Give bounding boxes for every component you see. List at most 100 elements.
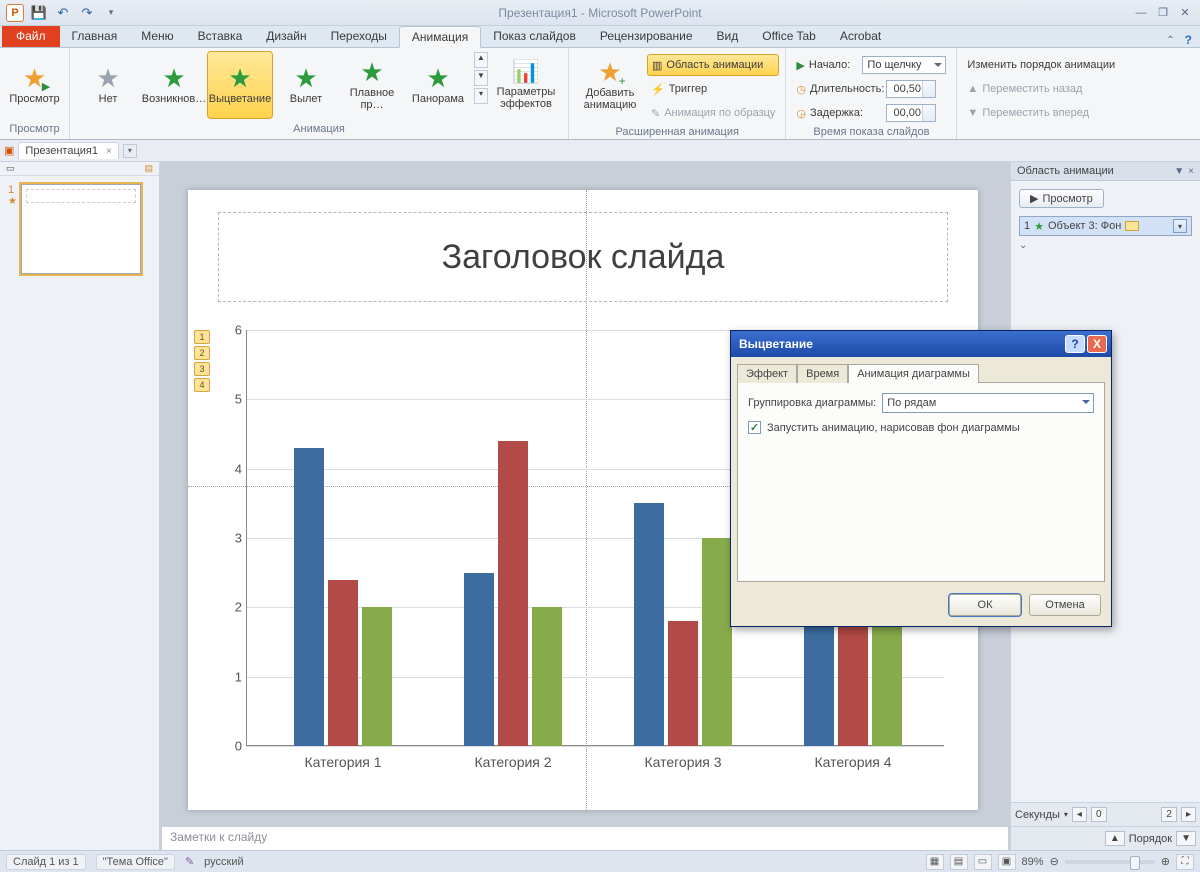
arrow-down-icon: ▼ <box>967 107 978 119</box>
ok-button[interactable]: ОК <box>949 594 1021 616</box>
play-label: Просмотр <box>1042 193 1092 205</box>
minimize-button[interactable]: ― <box>1132 6 1150 20</box>
document-tab[interactable]: Презентация1 × <box>18 142 118 159</box>
slide-panel: ▭ ▤ 1 ★ <box>0 162 160 850</box>
scroll-right-button[interactable]: ▸ <box>1181 807 1196 822</box>
animation-painter-label: Анимация по образцу <box>664 107 775 119</box>
tab-slideshow[interactable]: Показ слайдов <box>481 25 588 47</box>
file-tab[interactable]: Файл <box>2 25 60 47</box>
slideshow-view-button[interactable]: ▣ <box>998 854 1016 870</box>
tab-office-tab[interactable]: Office Tab <box>750 25 828 47</box>
normal-view-button[interactable]: ▦ <box>926 854 944 870</box>
dialog-tab-effect[interactable]: Эффект <box>737 364 797 383</box>
start-dropdown[interactable]: По щелчку <box>862 56 946 74</box>
time-units: Секунды <box>1015 809 1060 821</box>
animation-pane-button[interactable]: ▥Область анимации <box>647 54 779 76</box>
zoom-out-button[interactable]: ⊖ <box>1050 855 1059 868</box>
animation-list-item[interactable]: 1 ★ Объект 3: Фон ▾ <box>1019 216 1192 236</box>
animation-pane-header: Область анимации ▼ × <box>1011 162 1200 181</box>
gallery-up-button[interactable]: ▲ <box>474 52 488 68</box>
dialog-close-button[interactable]: X <box>1087 335 1107 353</box>
dialog-help-button[interactable]: ? <box>1065 335 1085 353</box>
pane-icon: ▥ <box>652 59 662 72</box>
gallery-more-button[interactable]: ▾ <box>474 88 488 104</box>
gallery-down-button[interactable]: ▼ <box>474 70 488 86</box>
save-button[interactable]: 💾 <box>28 3 50 23</box>
cancel-button[interactable]: Отмена <box>1029 594 1101 616</box>
qat-customize-button[interactable]: ▾ <box>100 3 122 23</box>
slide-thumbnail[interactable] <box>21 184 141 274</box>
effect-options-dialog: Выцветание ? X Эффект Время Анимация диа… <box>730 330 1112 627</box>
notes-pane[interactable]: Заметки к слайду <box>162 826 1008 850</box>
redo-button[interactable]: ↷ <box>76 3 98 23</box>
tab-insert[interactable]: Вставка <box>186 25 255 47</box>
animation-pane-title: Область анимации <box>1017 165 1114 177</box>
scroll-left-button[interactable]: ◂ <box>1072 807 1087 822</box>
preview-button[interactable]: ★▶ Просмотр <box>6 52 63 118</box>
reorder-down-button[interactable]: ▼ <box>1176 831 1196 846</box>
anim-marker[interactable]: 2 <box>194 346 210 360</box>
anim-marker[interactable]: 4 <box>194 378 210 392</box>
fit-slide-button[interactable]: ⛶ <box>1176 854 1194 870</box>
duration-spinner[interactable]: 00,50 <box>886 80 936 98</box>
tab-transitions[interactable]: Переходы <box>319 25 399 47</box>
undo-button[interactable]: ↶ <box>52 3 74 23</box>
tab-review[interactable]: Рецензирование <box>588 25 705 47</box>
play-animation-button[interactable]: ▶Просмотр <box>1019 189 1104 208</box>
effect-split[interactable]: ★Панорама <box>406 52 470 118</box>
thumbnails-icon[interactable]: ▤ <box>144 163 153 174</box>
effect-none[interactable]: ★Нет <box>76 52 140 118</box>
ribbon-minimize-icon[interactable]: ⌃ <box>1166 35 1174 46</box>
group-label-timing: Время показа слайдов <box>786 124 956 142</box>
language-indicator[interactable]: русский <box>204 856 243 868</box>
units-dd-icon[interactable]: ▾ <box>1064 810 1068 819</box>
expand-toggle[interactable]: ⌄ <box>1019 240 1192 251</box>
effect-options-button[interactable]: 📊 Параметры эффектов <box>490 52 562 118</box>
trigger-button[interactable]: ⚡Триггер <box>647 78 779 100</box>
effect-float-in[interactable]: ★Плавное пр… <box>340 52 404 118</box>
tab-menu[interactable]: Меню <box>129 25 185 47</box>
move-earlier-label: Переместить назад <box>982 83 1082 95</box>
tab-view[interactable]: Вид <box>705 25 751 47</box>
delay-spinner[interactable]: 00,00 <box>886 104 936 122</box>
duration-row: ◷Длительность:00,50 <box>792 78 950 100</box>
grouping-select[interactable]: По рядам <box>882 393 1094 413</box>
zoom-level[interactable]: 89% <box>1022 856 1044 868</box>
tab-design[interactable]: Дизайн <box>254 25 318 47</box>
tab-home[interactable]: Главная <box>60 25 130 47</box>
pane-close-icon[interactable]: × <box>1188 166 1194 177</box>
reading-view-button[interactable]: ▭ <box>974 854 992 870</box>
app-menu-button[interactable]: P <box>4 3 26 23</box>
tab-animations[interactable]: Анимация <box>399 26 481 48</box>
zoom-in-button[interactable]: ⊕ <box>1161 855 1170 868</box>
title-placeholder[interactable]: Заголовок слайда <box>218 212 948 302</box>
effect-star-icon: ★ <box>1034 220 1044 233</box>
tab-acrobat[interactable]: Acrobat <box>828 25 893 47</box>
tab-list-button[interactable]: ▾ <box>123 144 137 158</box>
effect-fly-in[interactable]: ★Вылет <box>274 52 338 118</box>
reorder-up-button[interactable]: ▲ <box>1105 831 1125 846</box>
spellcheck-icon[interactable]: ✎ <box>185 855 194 868</box>
sorter-view-button[interactable]: ▤ <box>950 854 968 870</box>
dialog-title-bar[interactable]: Выцветание ? X <box>731 331 1111 357</box>
effect-fade[interactable]: ★Выцветание <box>208 52 272 118</box>
group-label-advanced: Расширенная анимация <box>569 124 785 142</box>
dialog-tab-timing[interactable]: Время <box>797 364 848 383</box>
pane-menu-icon[interactable]: ▼ <box>1174 166 1184 177</box>
start-with-background-checkbox[interactable]: ✓ <box>748 421 761 434</box>
anim-marker[interactable]: 1 <box>194 330 210 344</box>
close-button[interactable]: ✕ <box>1176 6 1194 20</box>
effect-options-label: Параметры эффектов <box>490 86 562 110</box>
zoom-slider[interactable] <box>1065 860 1155 864</box>
add-animation-button[interactable]: ★+ Добавить анимацию <box>575 52 645 118</box>
dialog-tab-chart-animation[interactable]: Анимация диаграммы <box>848 364 979 383</box>
help-icon[interactable]: ? <box>1185 33 1192 47</box>
group-animation-gallery: ★Нет ★Возникнов… ★Выцветание ★Вылет ★Пла… <box>70 48 569 139</box>
item-dropdown-button[interactable]: ▾ <box>1173 219 1187 233</box>
outline-icon[interactable]: ▭ <box>6 163 15 174</box>
close-tab-icon[interactable]: × <box>106 146 112 157</box>
restore-button[interactable]: ❐ <box>1154 6 1172 20</box>
slide-counter: Слайд 1 из 1 <box>6 854 86 870</box>
anim-marker[interactable]: 3 <box>194 362 210 376</box>
effect-appear[interactable]: ★Возникнов… <box>142 52 206 118</box>
